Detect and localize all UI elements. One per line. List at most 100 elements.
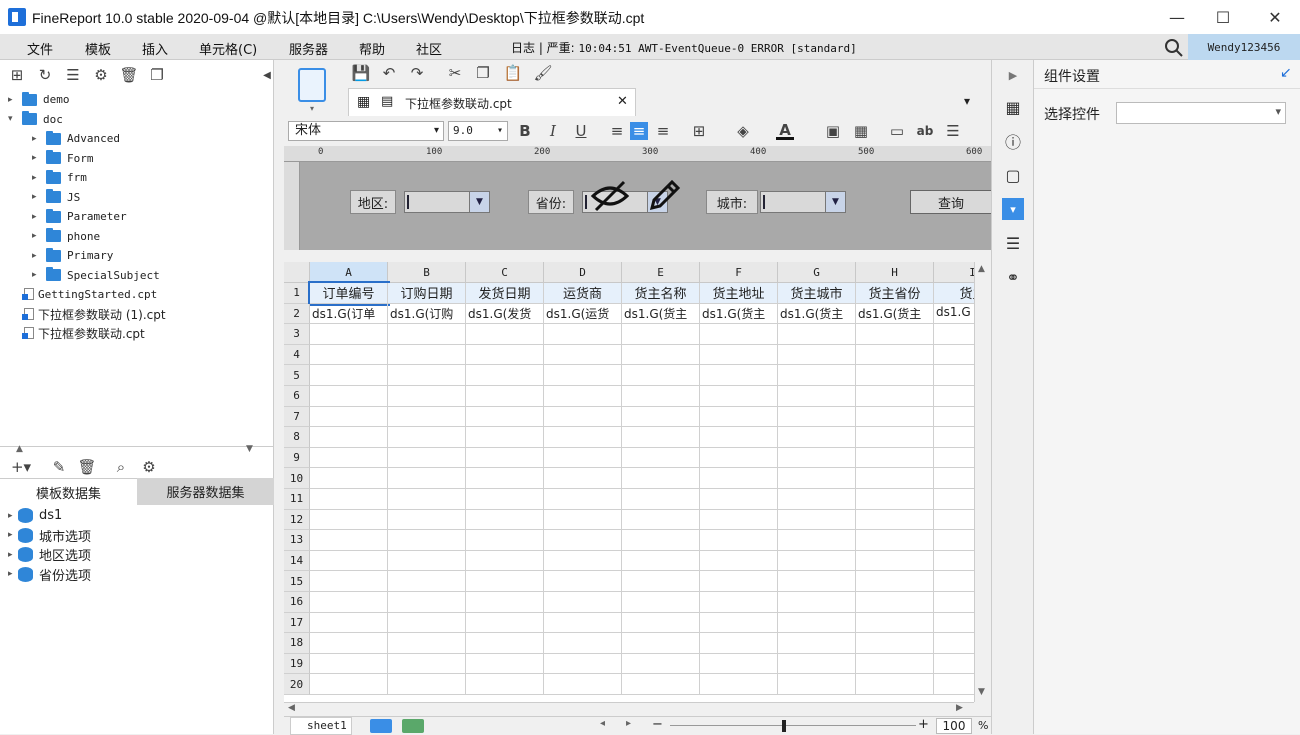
grid-cell[interactable]	[310, 344, 388, 366]
tree-item[interactable]: 下拉框参数联动.cpt	[22, 324, 145, 343]
grid-cell[interactable]	[778, 530, 856, 551]
grid-cell[interactable]	[700, 468, 778, 489]
grid-cell[interactable]	[466, 509, 544, 531]
grid-cell[interactable]	[778, 468, 856, 489]
dataset-item[interactable]: ▸ 省份选项	[8, 565, 91, 584]
grid-cell[interactable]	[544, 592, 622, 613]
tree-item[interactable]: ▸ demo	[8, 90, 70, 109]
grid-cell[interactable]	[856, 489, 934, 510]
column-header[interactable]: H	[856, 262, 934, 283]
expand-closed-icon[interactable]: ▸	[32, 134, 42, 144]
grid-cell[interactable]	[856, 612, 934, 634]
grid-cell[interactable]	[934, 530, 974, 551]
grid-cell[interactable]	[622, 468, 700, 489]
condition-icon[interactable]: ☰	[1002, 232, 1024, 254]
grid-cell[interactable]: ds1.G(货主	[778, 303, 856, 325]
grid-cell[interactable]	[934, 654, 974, 675]
grid-cell[interactable]	[544, 324, 622, 345]
row-header[interactable]: 4	[284, 344, 310, 366]
grid-cell[interactable]	[310, 386, 388, 407]
row-header[interactable]: 13	[284, 530, 310, 551]
grid-cell[interactable]	[934, 345, 974, 366]
settings-icon[interactable]: ⚙	[92, 66, 110, 84]
save-icon[interactable]: 💾	[352, 64, 371, 82]
menu-server[interactable]: 服务器	[289, 39, 328, 58]
grid-cell[interactable]	[856, 592, 934, 613]
grid-cell[interactable]	[778, 509, 856, 531]
grid-cell[interactable]	[778, 612, 856, 634]
grid-cell[interactable]	[388, 406, 466, 428]
paste-icon[interactable]: 📋	[504, 64, 523, 82]
grid-cell[interactable]	[778, 550, 856, 572]
insert-widget-icon[interactable]: ▭	[888, 122, 906, 140]
region-combo[interactable]: ▼	[404, 191, 490, 213]
column-header[interactable]: D	[544, 262, 622, 283]
grid-cell[interactable]	[544, 674, 622, 695]
grid-cell[interactable]	[622, 571, 700, 592]
grid-cell[interactable]	[778, 447, 856, 469]
row-header[interactable]: 2	[284, 303, 310, 325]
row-header[interactable]: 17	[284, 612, 310, 634]
grid-cell[interactable]	[622, 365, 700, 386]
split-cells-icon[interactable]: ▦	[852, 122, 870, 140]
zoom-in-icon[interactable]: +	[918, 717, 929, 732]
grid-cell[interactable]	[778, 571, 856, 592]
grid-cell[interactable]	[700, 530, 778, 551]
expand-closed-icon[interactable]: ▸	[32, 212, 42, 222]
grid-cell[interactable]	[388, 447, 466, 469]
grid-cell[interactable]	[466, 447, 544, 469]
menu-template[interactable]: 模板	[85, 39, 111, 58]
grid-cell[interactable]	[388, 489, 466, 510]
add-poly-sheet-icon[interactable]	[402, 719, 424, 733]
grid-cell[interactable]	[700, 592, 778, 613]
grid-cell[interactable]	[544, 633, 622, 654]
grid-cell[interactable]	[388, 365, 466, 386]
grid-cell[interactable]	[700, 447, 778, 469]
expand-closed-icon[interactable]: ▸	[8, 530, 18, 540]
user-account[interactable]: Wendy123456	[1188, 34, 1300, 60]
dataset-item[interactable]: ▸ ds1	[8, 506, 62, 525]
grid-cell[interactable]	[466, 571, 544, 592]
widget-settings-icon[interactable]: ▾	[1002, 198, 1024, 220]
copy-cell-icon[interactable]: ❐	[474, 64, 492, 82]
grid-cell[interactable]	[778, 324, 856, 345]
grid-cell[interactable]	[934, 407, 974, 428]
row-header[interactable]: 20	[284, 674, 310, 695]
vertical-scrollbar[interactable]: ▲ ▼	[974, 262, 990, 702]
tree-item[interactable]: ▸ Parameter	[32, 207, 127, 226]
grid-cell[interactable]: ds1.G	[934, 304, 974, 325]
font-size-select[interactable]: 9.0 ▾	[448, 121, 508, 141]
grid-cell[interactable]	[622, 550, 700, 572]
preview-icon[interactable]: ⌕	[112, 458, 130, 476]
minimize-button[interactable]: —	[1154, 0, 1200, 34]
file-tab[interactable]: ▦ ▤ 下拉框参数联动.cpt ✕	[348, 88, 636, 116]
expand-closed-icon[interactable]: ▸	[8, 511, 18, 521]
grid-cell[interactable]	[310, 653, 388, 675]
menu-cell[interactable]: 单元格(C)	[199, 39, 257, 58]
grid-cell[interactable]: ds1.G(发货	[466, 303, 544, 325]
grid-cell[interactable]	[700, 344, 778, 366]
merge-cells-icon[interactable]: ▣	[824, 122, 842, 140]
fill-color-icon[interactable]: ◈	[734, 122, 752, 140]
row-header[interactable]: 15	[284, 571, 310, 592]
hidden-eye-icon[interactable]	[590, 178, 630, 214]
grid-cell[interactable]	[700, 489, 778, 510]
horizontal-scrollbar[interactable]: ◀ ▶	[284, 702, 974, 716]
grid-cell[interactable]	[310, 427, 388, 448]
grid-cell[interactable]	[310, 674, 388, 695]
grid-cell[interactable]	[856, 447, 934, 469]
grid-cell[interactable]	[934, 571, 974, 592]
menu-file[interactable]: 文件	[27, 39, 53, 58]
select-all-corner[interactable]	[284, 262, 310, 283]
align-right-icon[interactable]: ≡	[654, 122, 672, 140]
row-header[interactable]: 12	[284, 509, 310, 531]
zoom-out-icon[interactable]: −	[652, 717, 663, 732]
grid-cell[interactable]	[700, 324, 778, 345]
underline-icon[interactable]: U	[572, 122, 590, 140]
grid-cell[interactable]	[934, 365, 974, 386]
grid-cell[interactable]	[544, 612, 622, 634]
query-button[interactable]: 查询	[910, 190, 992, 214]
grid-cell[interactable]	[544, 468, 622, 489]
grid-cell[interactable]	[544, 386, 622, 407]
menu-help[interactable]: 帮助	[359, 39, 385, 58]
